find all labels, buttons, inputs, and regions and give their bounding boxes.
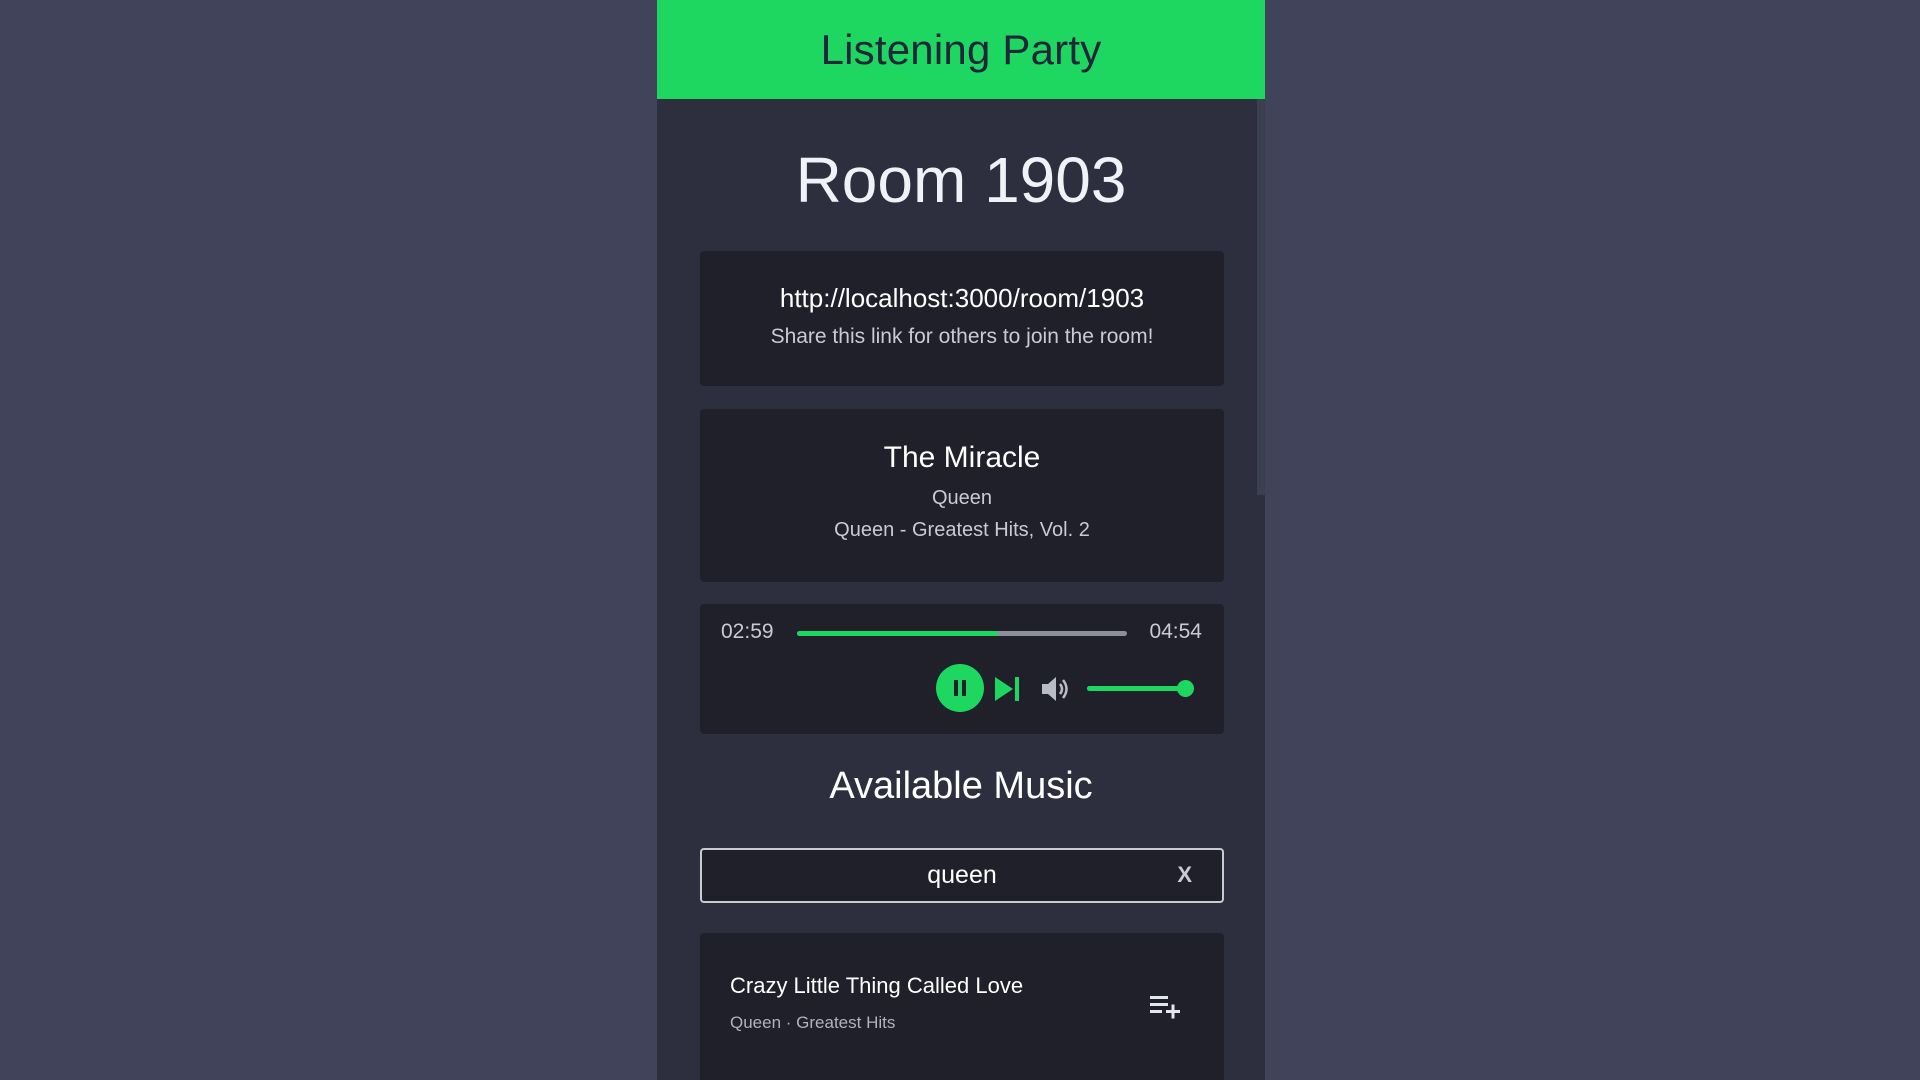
pause-button[interactable] (936, 664, 984, 712)
now-playing-card: The Miracle Queen Queen - Greatest Hits,… (700, 409, 1224, 582)
track-album: Queen - Greatest Hits, Vol. 2 (834, 519, 1090, 541)
clear-search-button[interactable]: X (1177, 862, 1192, 888)
progress-fill (797, 631, 998, 636)
top-bar: Listening Party (657, 0, 1265, 99)
player-controls: 02:59 04:54 (700, 604, 1224, 734)
progress-bar[interactable] (797, 631, 1127, 636)
result-title: Crazy Little Thing Called Love (730, 973, 1024, 998)
add-to-queue-button[interactable] (1150, 993, 1182, 1019)
skip-next-icon (995, 677, 1019, 701)
app-title: Listening Party (820, 25, 1102, 73)
volume-slider-thumb[interactable] (1177, 680, 1194, 697)
pause-icon (954, 680, 966, 696)
share-url[interactable]: http://localhost:3000/room/1903 (700, 281, 1224, 315)
search-box: X (700, 848, 1224, 903)
share-hint: Share this link for others to join the r… (770, 325, 1154, 348)
share-link-card: http://localhost:3000/room/1903 Share th… (700, 251, 1224, 386)
list-item: Crazy Little Thing Called Love Queen · G… (700, 933, 1224, 1080)
room-title: Room 1903 (795, 144, 1127, 216)
track-title: The Miracle (883, 441, 1041, 474)
result-subtitle: Queen · Greatest Hits (730, 1013, 896, 1032)
app-panel: Listening Party Room 1903 http://localho… (657, 0, 1265, 1080)
volume-slider[interactable] (1087, 686, 1186, 691)
scrollbar-thumb[interactable] (1257, 99, 1265, 495)
track-artist: Queen (931, 487, 993, 509)
total-time: 04:54 (1149, 620, 1202, 643)
volume-fill (1087, 686, 1186, 691)
elapsed-time: 02:59 (721, 620, 774, 643)
volume-icon (1042, 677, 1068, 701)
volume-button[interactable] (1040, 674, 1072, 704)
playlist-add-icon (1150, 996, 1180, 1019)
search-input[interactable] (702, 850, 1222, 901)
skip-next-button[interactable] (992, 674, 1022, 704)
available-music-heading: Available Music (829, 765, 1093, 807)
